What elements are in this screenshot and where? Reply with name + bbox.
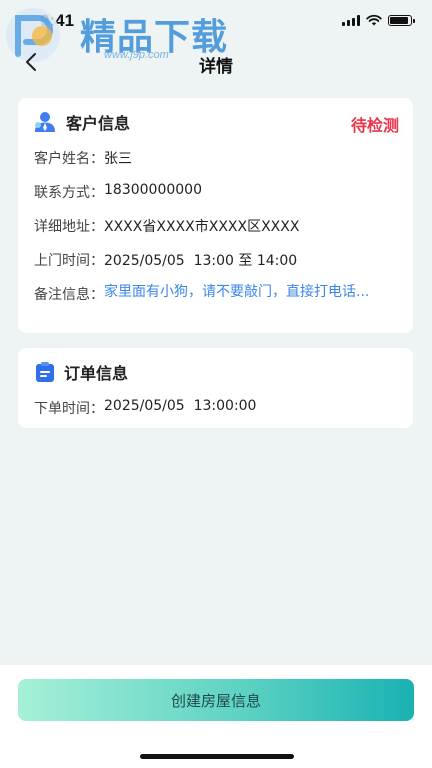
wifi-icon — [366, 14, 382, 26]
nav-bar: 详情 — [0, 40, 432, 84]
customer-user-icon — [35, 112, 55, 132]
order-info-card: 订单信息 下单时间： 2025/05/05 13:00:00 — [18, 348, 413, 428]
customer-card-title: 客户信息 — [66, 114, 131, 133]
signal-icon — [342, 14, 360, 26]
status-badge: 待检测 — [350, 116, 399, 135]
create-house-info-label: 创建房屋信息 — [170, 691, 261, 710]
visit-time-row: 上门时间： 2025/05/05 13:00 至 14:00 — [34, 250, 297, 270]
customer-address-row: 详细地址： XXXX省XXXX市XXXX区XXXX — [34, 216, 299, 236]
home-indicator — [140, 754, 294, 759]
row-label: 备注信息： — [34, 287, 104, 303]
note-value: 家里面有小狗，请不要敲门，直接打电话... — [104, 284, 370, 300]
customer-phone-row: 联系方式： 18300000000 — [34, 182, 202, 202]
customer-address-value: XXXX省XXXX市XXXX区XXXX — [104, 219, 300, 235]
customer-card-header: 客户信息 — [34, 110, 130, 134]
order-time-value: 2025/05/05 13:00:00 — [104, 398, 257, 414]
order-clipboard-icon — [36, 362, 54, 382]
order-time-row: 下单时间： 2025/05/05 13:00:00 — [34, 398, 256, 418]
battery-icon — [388, 14, 415, 26]
row-label: 联系方式： — [34, 185, 104, 201]
visit-time-value: 2025/05/05 13:00 至 14:00 — [104, 253, 298, 269]
row-label: 客户姓名： — [34, 151, 104, 167]
order-card-title: 订单信息 — [64, 364, 129, 383]
row-label: 下单时间： — [34, 401, 104, 417]
status-icons — [342, 14, 415, 26]
row-label: 上门时间： — [34, 253, 104, 269]
customer-name-value: 张三 — [104, 151, 132, 167]
page-title: 详情 — [199, 57, 233, 77]
row-label: 详细地址： — [34, 219, 104, 235]
customer-name-row: 客户姓名： 张三 — [34, 148, 132, 168]
order-card-header: 订单信息 — [34, 360, 128, 384]
note-row: 备注信息： 家里面有小狗，请不要敲门，直接打电话... — [34, 284, 389, 304]
customer-info-card: 客户信息 待检测 客户姓名： 张三 联系方式： 18300000000 详细地址… — [18, 98, 413, 333]
create-house-info-button[interactable]: 创建房屋信息 — [18, 679, 414, 721]
footer: 创建房屋信息 — [0, 665, 432, 768]
customer-phone-value: 18300000000 — [104, 182, 202, 198]
